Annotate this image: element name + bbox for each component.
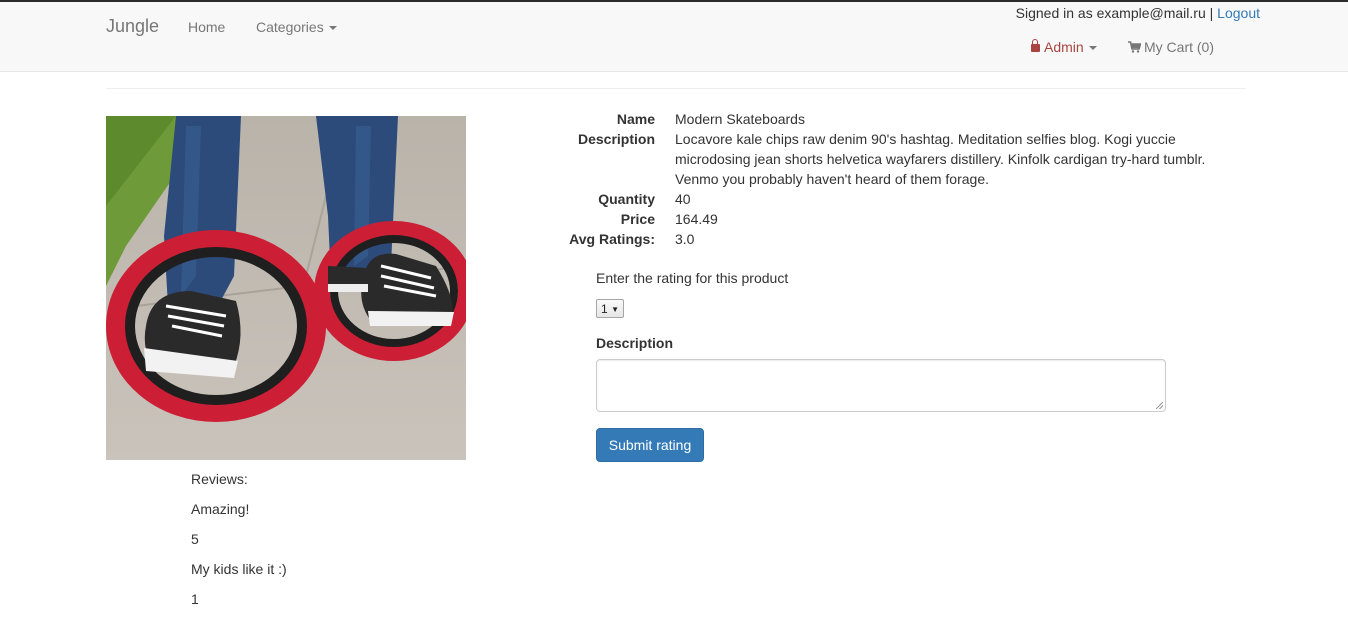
divider <box>106 88 1246 89</box>
dropdown-arrow-icon: ▼ <box>611 305 619 314</box>
product-image <box>106 116 466 460</box>
detail-row-quantity: Quantity 40 <box>540 189 1240 209</box>
nav-categories-label: Categories <box>256 19 324 35</box>
cart-link[interactable]: My Cart (0) <box>1128 39 1214 55</box>
nav-categories-dropdown[interactable]: Categories <box>256 19 337 35</box>
review-description-input[interactable] <box>596 359 1166 412</box>
shopping-cart-icon <box>1128 41 1142 53</box>
review-description-label: Description <box>596 335 674 351</box>
description-label: Description <box>577 131 655 147</box>
brand-link[interactable]: Jungle <box>106 16 159 37</box>
avg-ratings-label: Avg Ratings: <box>569 231 655 247</box>
caret-down-icon <box>1088 46 1097 51</box>
navbar: Jungle Home Categories Signed in as exam… <box>0 2 1348 72</box>
separator: | <box>1209 5 1214 21</box>
detail-row-price: Price 164.49 <box>540 209 1240 229</box>
logout-link[interactable]: Logout <box>1217 5 1260 21</box>
product-quantity: 40 <box>675 191 691 207</box>
product-price: 164.49 <box>675 211 718 227</box>
admin-label: Admin <box>1044 39 1084 55</box>
reviews-title: Reviews: <box>191 471 248 487</box>
review-rating: 5 <box>191 531 199 547</box>
nav-home[interactable]: Home <box>188 19 225 35</box>
price-label: Price <box>620 211 655 227</box>
rating-prompt: Enter the rating for this product <box>596 270 789 286</box>
detail-row-name: Name Modern Skateboards <box>540 109 1240 129</box>
cart-label: My Cart (0) <box>1144 39 1214 55</box>
lock-icon <box>1031 39 1040 52</box>
name-label: Name <box>616 111 655 127</box>
rating-select[interactable]: 1 ▼ <box>596 299 624 318</box>
product-description: Locavore kale chips raw denim 90's hasht… <box>675 131 1206 187</box>
review-text: My kids like it :) <box>191 561 287 577</box>
submit-rating-button[interactable]: Submit rating <box>596 428 704 462</box>
quantity-label: Quantity <box>598 191 655 207</box>
admin-dropdown[interactable]: Admin <box>1031 39 1097 55</box>
review-text: Amazing! <box>191 501 250 517</box>
product-avg-ratings: 3.0 <box>675 231 695 247</box>
caret-down-icon <box>328 26 337 31</box>
product-name: Modern Skateboards <box>675 111 805 127</box>
detail-row-avg-ratings: Avg Ratings: 3.0 <box>540 229 1240 249</box>
resize-handle-icon[interactable] <box>1156 402 1163 409</box>
signed-in-text: Signed in as example@mail.ru <box>1015 5 1206 21</box>
signed-in-info: Signed in as example@mail.ru | Logout <box>1016 5 1260 21</box>
product-details: Name Modern Skateboards Description Loca… <box>540 109 1240 249</box>
rating-select-value: 1 <box>601 302 608 316</box>
reviews-section: Reviews: Amazing! 5 My kids like it :) 1 <box>191 469 287 619</box>
detail-row-description: Description Locavore kale chips raw deni… <box>540 129 1240 189</box>
